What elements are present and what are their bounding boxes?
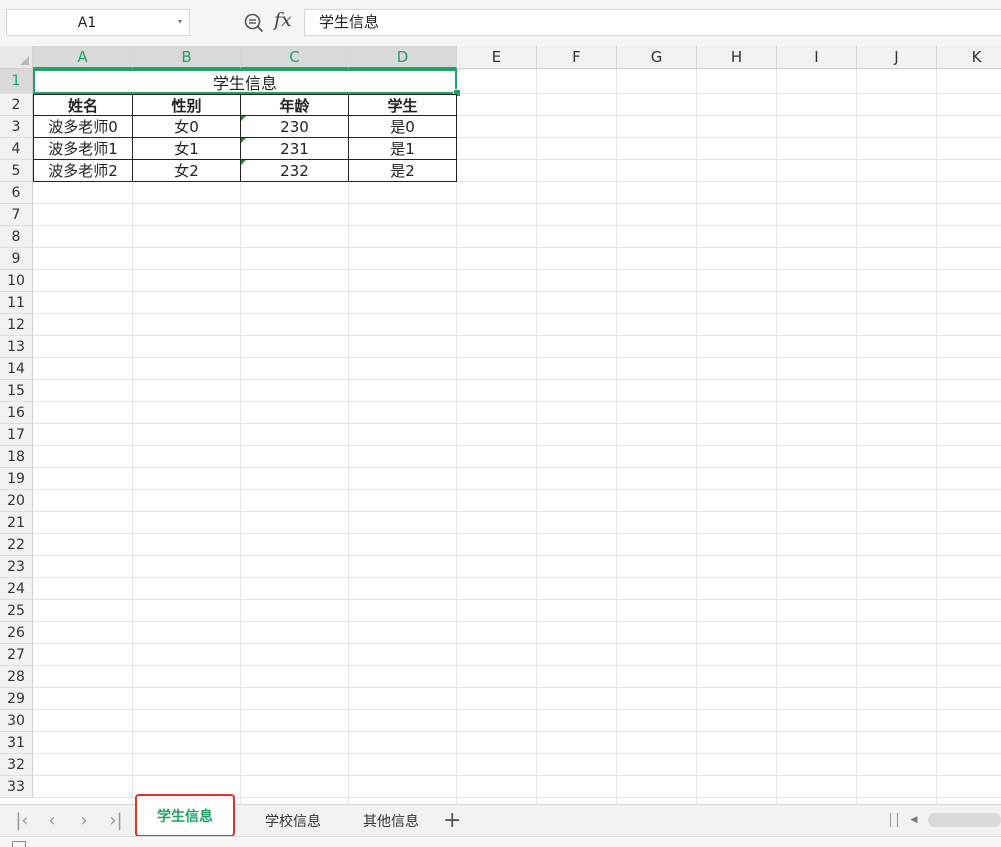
table-cell[interactable]: 是1 [349,138,457,160]
row-header-12[interactable]: 12 [0,314,33,336]
name-box[interactable]: A1 ▾ [6,9,190,36]
table-cell[interactable]: 女0 [133,116,241,138]
row-header-15[interactable]: 15 [0,380,33,402]
select-all-icon [20,56,29,65]
column-header-k[interactable]: K [937,46,1001,69]
horizontal-scrollbar-thumb[interactable] [928,813,1001,827]
row-header-5[interactable]: 5 [0,160,33,182]
formula-bar: A1 ▾ fx 学生信息 [0,0,1001,47]
column-header-d[interactable]: D [349,46,457,69]
add-sheet-button[interactable]: + [443,808,461,833]
row-header-23[interactable]: 23 [0,556,33,578]
row-header-8[interactable]: 8 [0,226,33,248]
row-header-25[interactable]: 25 [0,600,33,622]
grid-column-line [696,69,697,804]
row-header-27[interactable]: 27 [0,644,33,666]
status-bar [0,836,1001,847]
sheet-tabs-bar: |‹ ‹ › ›| 学生信息 学校信息 其他信息 + ◀ [0,794,1001,837]
row-header-19[interactable]: 19 [0,468,33,490]
column-header-h[interactable]: H [697,46,777,69]
tab-sheet-other[interactable]: 其他信息 [343,805,439,836]
prev-sheet-button[interactable]: ‹ [42,811,62,831]
row-header-11[interactable]: 11 [0,292,33,314]
row-header-6[interactable]: 6 [0,182,33,204]
zoom-formula-icon[interactable] [243,12,265,34]
row-header-32[interactable]: 32 [0,754,33,776]
row-header-1[interactable]: 1 [0,69,33,94]
scroll-left-icon[interactable]: ◀ [904,811,924,829]
grid-column-line [776,69,777,804]
row-header-3[interactable]: 3 [0,116,33,138]
row-header-30[interactable]: 30 [0,710,33,732]
fx-icon[interactable]: fx [274,9,292,31]
merged-title-cell[interactable]: 学生信息 [33,69,457,94]
table-header-cell[interactable]: 姓名 [33,94,133,116]
table-header-cell[interactable]: 年龄 [241,94,349,116]
tab-sheet-students[interactable]: 学生信息 [135,794,235,837]
row-header-28[interactable]: 28 [0,666,33,688]
row-header-24[interactable]: 24 [0,578,33,600]
name-box-value: A1 [77,14,97,31]
grid-column-line [936,69,937,804]
column-header-e[interactable]: E [457,46,537,69]
row-header-14[interactable]: 14 [0,358,33,380]
table-cell[interactable]: 女2 [133,160,241,182]
column-header-g[interactable]: G [617,46,697,69]
table-header-cell[interactable]: 学生 [349,94,457,116]
table-cell[interactable]: 232 [241,160,349,182]
row-header-7[interactable]: 7 [0,204,33,226]
table-cell[interactable]: 是0 [349,116,457,138]
spreadsheet-grid[interactable]: ABCDEFGHIJK 1 2 3 4 5 6 7 8 9 10 11 12 13 14 15 16 17 18 1… [0,46,1001,804]
row-header-16[interactable]: 16 [0,402,33,424]
table-cell[interactable]: 230 [241,116,349,138]
next-sheet-button[interactable]: › [74,811,94,831]
row-header-4[interactable]: 4 [0,138,33,160]
row-header-10[interactable]: 10 [0,270,33,292]
table-cell[interactable]: 女1 [133,138,241,160]
row-header-18[interactable]: 18 [0,446,33,468]
grid-column-line [536,69,537,804]
row-header-13[interactable]: 13 [0,336,33,358]
row-header-21[interactable]: 21 [0,512,33,534]
row-header-31[interactable]: 31 [0,732,33,754]
scroll-split-handle[interactable] [890,813,898,827]
row-header-29[interactable]: 29 [0,688,33,710]
formula-input[interactable]: 学生信息 [304,9,1001,36]
row-header-9[interactable]: 9 [0,248,33,270]
table-cell[interactable]: 波多老师2 [33,160,133,182]
row-header-26[interactable]: 26 [0,622,33,644]
table-header-cell[interactable]: 性别 [133,94,241,116]
column-header-a[interactable]: A [33,46,133,69]
column-header-c[interactable]: C [241,46,349,69]
row-header-20[interactable]: 20 [0,490,33,512]
tab-sheet-schools[interactable]: 学校信息 [245,805,341,836]
row-header-33[interactable]: 33 [0,776,33,798]
table-cell[interactable]: 波多老师1 [33,138,133,160]
column-header-f[interactable]: F [537,46,617,69]
table-cell[interactable]: 波多老师0 [33,116,133,138]
table-cell[interactable]: 是2 [349,160,457,182]
row-header-22[interactable]: 22 [0,534,33,556]
grid-column-line [856,69,857,804]
last-sheet-button[interactable]: ›| [106,811,126,831]
select-all-corner[interactable] [0,46,33,69]
grid-column-line [616,69,617,804]
column-header-i[interactable]: I [777,46,857,69]
first-sheet-button[interactable]: |‹ [12,811,32,831]
sheet-view-icon[interactable] [12,841,26,847]
row-header-17[interactable]: 17 [0,424,33,446]
column-header-j[interactable]: J [857,46,937,69]
row-header-2[interactable]: 2 [0,94,33,116]
chevron-down-icon[interactable]: ▾ [175,17,185,27]
column-header-b[interactable]: B [133,46,241,69]
table-cell[interactable]: 231 [241,138,349,160]
